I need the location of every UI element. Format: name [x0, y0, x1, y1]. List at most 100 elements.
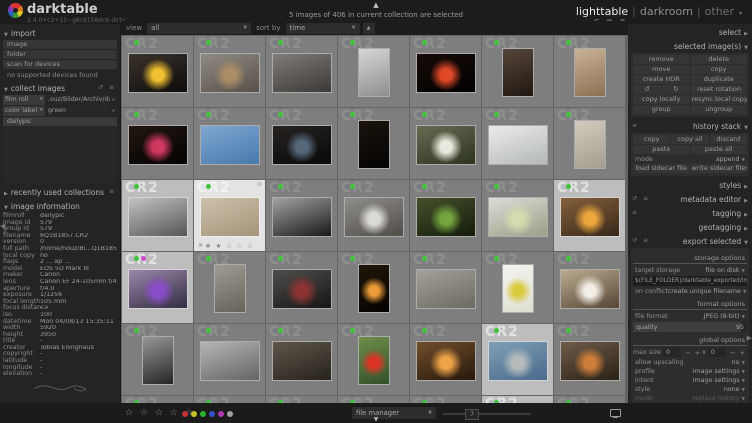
photo-thumbnail[interactable] — [488, 197, 547, 236]
export-option-row[interactable]: intent image settings ▼ — [633, 376, 747, 385]
thumbnail-cell[interactable]: CR2 — [482, 252, 553, 323]
view-mode-darkroom[interactable]: darkroom — [640, 5, 693, 18]
photo-thumbnail[interactable] — [502, 265, 533, 312]
photo-thumbnail[interactable] — [560, 197, 619, 236]
photo-thumbnail[interactable] — [502, 49, 533, 96]
selected-images-button[interactable]: move — [633, 65, 690, 74]
collect-module-header[interactable]: ▼ collect images ↺ ≡ — [3, 81, 117, 95]
reject-icon[interactable]: ✕ — [198, 242, 203, 249]
photo-thumbnail[interactable] — [272, 269, 331, 308]
photo-thumbnail[interactable] — [416, 197, 475, 236]
export-option-row[interactable]: allow upscaling no ▼ — [633, 358, 747, 367]
thumbnail-cell[interactable]: CR2 — [338, 108, 409, 179]
history-button[interactable]: paste — [633, 145, 690, 154]
thumbnail-cell[interactable]: CR2 — [482, 396, 553, 403]
thumbnail-cell[interactable]: CR2 — [482, 36, 553, 107]
selected-images-button[interactable]: duplicate — [690, 75, 747, 84]
thumbnail-cell[interactable]: CR2 — [482, 180, 553, 251]
thumbnail-cell[interactable]: CR2 — [482, 108, 553, 179]
reset-icon[interactable]: ↺ — [98, 84, 105, 91]
photo-thumbnail[interactable] — [358, 337, 389, 384]
collection-result-item[interactable]: dailypic — [3, 117, 117, 126]
selected-images-button[interactable]: ungroup — [690, 105, 747, 114]
photo-thumbnail[interactable] — [416, 269, 475, 308]
sidecar-button[interactable]: load sidecar file — [633, 164, 690, 173]
photo-thumbnail[interactable] — [416, 53, 475, 92]
collect-value[interactable]: green — [46, 106, 110, 116]
thumbnail-cell[interactable]: CR2 — [554, 180, 625, 251]
thumbnail-cell[interactable]: CR2 — [122, 180, 193, 251]
selected-images-button[interactable]: resync local copy — [690, 95, 747, 104]
thumbnail-cell[interactable]: CR2 — [410, 108, 481, 179]
rotate-ccw-icon[interactable]: ↺ — [633, 85, 661, 94]
thumbnail-cell[interactable]: CR2 — [554, 396, 625, 403]
view-mode-other[interactable]: other — [705, 5, 734, 18]
collect-value[interactable]: .ouz/Bilder/Archiv/dailypic — [46, 95, 110, 105]
reset-rotation-button[interactable]: reset rotation — [691, 85, 747, 94]
export-option-row[interactable]: profile image settings ▼ — [633, 367, 747, 376]
photo-thumbnail[interactable] — [142, 337, 173, 384]
tagging-header[interactable]: ≡ tagging ▶ — [631, 206, 749, 220]
plus-stepper[interactable]: + — [695, 349, 700, 357]
thumbnail-cell[interactable]: CR2 — [338, 36, 409, 107]
thumbnail-cell[interactable]: CR2 ⊙ ✕ ★ ★ ☆ ☆ ☆ — [194, 180, 265, 251]
photo-thumbnail[interactable] — [488, 125, 547, 164]
view-mode-lighttable[interactable]: lighttable — [576, 5, 628, 18]
photo-thumbnail[interactable] — [200, 341, 259, 380]
photo-thumbnail[interactable] — [200, 125, 259, 164]
photo-thumbnail[interactable] — [128, 269, 187, 308]
thumbnail-cell[interactable]: CR2 — [122, 108, 193, 179]
selected-images-button[interactable]: remove — [633, 55, 690, 64]
photo-thumbnail[interactable] — [272, 341, 331, 380]
presets-icon[interactable]: ≡ — [643, 195, 650, 202]
presets-icon[interactable]: ≡ — [109, 84, 116, 91]
thumbnail-cell[interactable]: CR2 — [410, 36, 481, 107]
thumbnail-cell[interactable]: CR2 — [410, 396, 481, 403]
selected-images-button[interactable]: group — [633, 105, 690, 114]
thumbnail-cell[interactable]: CR2 — [410, 324, 481, 395]
photo-thumbnail[interactable] — [358, 49, 389, 96]
photo-thumbnail[interactable] — [574, 49, 605, 96]
thumbnail-cell[interactable]: CR2 — [410, 180, 481, 251]
photo-thumbnail[interactable] — [358, 121, 389, 168]
sort-select[interactable]: time ▼ — [285, 22, 360, 34]
reset-icon[interactable]: ↺ — [632, 195, 639, 202]
thumbnail-cell[interactable]: CR2 — [194, 36, 265, 107]
left-panel-collapse-arrow[interactable]: ◀ — [0, 222, 5, 230]
thumbnail-cell[interactable]: CR2 — [266, 324, 337, 395]
selected-images-button[interactable]: copy locally — [633, 95, 690, 104]
selected-images-header[interactable]: selected image(s) ▼ — [631, 39, 749, 53]
thumbnail-cell[interactable]: CR2 — [194, 324, 265, 395]
presets-icon[interactable]: ≡ — [643, 237, 650, 244]
select-module-header[interactable]: select ▶ — [631, 25, 749, 39]
photo-thumbnail[interactable] — [128, 197, 187, 236]
right-panel-collapse-arrow[interactable]: ▶ — [747, 334, 752, 342]
plus-stepper[interactable]: + — [740, 349, 745, 357]
thumbnail-cell[interactable]: CR2 — [554, 324, 625, 395]
photo-thumbnail[interactable] — [560, 269, 619, 308]
thumbnail-cell[interactable]: CR2 — [266, 252, 337, 323]
photo-thumbnail[interactable] — [128, 53, 187, 92]
thumbnail-cell[interactable]: CR2 — [194, 252, 265, 323]
thumbnail-cell[interactable]: CR2 — [122, 396, 193, 403]
thumbnail-cell[interactable]: CR2 — [266, 108, 337, 179]
thumbnail-cell[interactable]: CR2 — [554, 108, 625, 179]
presets-icon[interactable]: ≡ — [632, 209, 639, 216]
photo-thumbnail[interactable] — [200, 197, 259, 236]
import-button[interactable]: scan for devices — [3, 60, 117, 69]
styles-header[interactable]: styles ▶ — [631, 178, 749, 192]
thumbnail-cell[interactable]: CR2 — [266, 396, 337, 403]
target-storage-row[interactable]: target storage file on disk ▼ — [633, 266, 747, 275]
image-information-header[interactable]: ▼ image information — [3, 199, 117, 213]
reset-icon[interactable]: ↺ — [632, 237, 639, 244]
sort-direction-button[interactable]: ▲ — [362, 22, 375, 34]
selected-images-button[interactable]: create HDR — [633, 75, 690, 84]
max-height-input[interactable]: 0 — [707, 348, 727, 357]
thumbnail-cell[interactable]: CR2 — [554, 36, 625, 107]
thumbnail-cell[interactable]: CR2 — [338, 324, 409, 395]
geotagging-header[interactable]: geotagging ▶ — [631, 220, 749, 234]
thumbnail-cell[interactable]: CR2 — [554, 252, 625, 323]
zoom-slider[interactable]: 7 — [443, 409, 531, 420]
thumbnail-cell[interactable]: CR2 — [122, 324, 193, 395]
rule-expand-icon[interactable]: ∧ — [110, 97, 117, 103]
